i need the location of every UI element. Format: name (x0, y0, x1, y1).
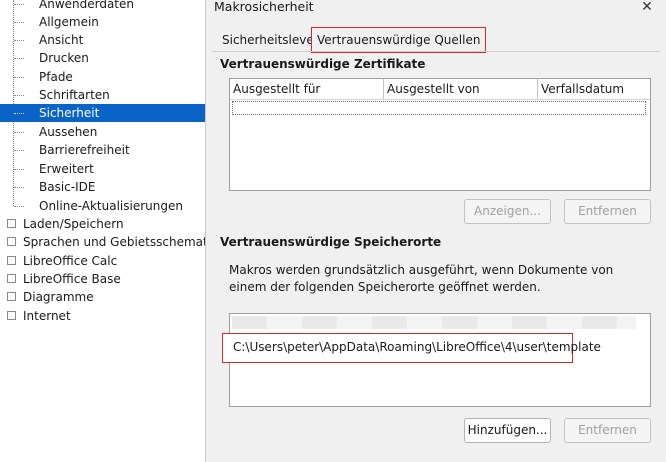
tree-item-libreoffice-base[interactable]: LibreOffice Base (0, 270, 205, 288)
locations-heading: Vertrauenswürdige Speicherorte (220, 235, 442, 249)
table-header: Ausgestellt für Ausgestellt von Verfalls… (230, 79, 650, 100)
trusted-locations-list[interactable]: C:\Users\peter\AppData\Roaming\LibreOffi… (222, 313, 651, 407)
macro-security-dialog: Makrosicherheit ✕ Sicherheitslevel Vertr… (205, 0, 666, 462)
column-header-issued-for[interactable]: Ausgestellt für (230, 79, 384, 99)
tree-item-online-aktualisierungen[interactable]: Online-Aktualisierungen (0, 197, 205, 215)
column-header-expiry-date[interactable]: Verfallsdatum (538, 79, 650, 99)
certificates-table[interactable]: Ausgestellt für Ausgestellt von Verfalls… (229, 78, 651, 191)
tree-item-drucken[interactable]: Drucken (0, 49, 205, 67)
dialog-titlebar: Makrosicherheit ✕ (206, 0, 666, 22)
list-item[interactable]: C:\Users\peter\AppData\Roaming\LibreOffi… (222, 333, 601, 363)
tree-item-label: Anwenderdaten (39, 0, 135, 11)
certificates-heading: Vertrauenswürdige Zertifikate (220, 57, 426, 71)
dialog-title: Makrosicherheit (214, 0, 314, 14)
tree-item-label: Diagramme (23, 290, 94, 304)
close-icon[interactable]: ✕ (637, 0, 657, 17)
column-header-issued-by[interactable]: Ausgestellt von (384, 79, 538, 99)
add-location-button[interactable]: Hinzufügen... (464, 418, 551, 443)
tree-item-label: Allgemein (39, 15, 99, 29)
tree-item-anwenderdaten[interactable]: Anwenderdaten (0, 0, 205, 13)
tree-item-label: LibreOffice Calc (23, 254, 118, 268)
options-tree: Anwenderdaten Allgemein Ansicht Drucken … (0, 0, 215, 462)
tree-item-allgemein[interactable]: Allgemein (0, 13, 205, 31)
tree-item-basic-ide[interactable]: Basic-IDE (0, 178, 205, 196)
view-certificate-button[interactable]: Anzeigen... (464, 199, 551, 224)
expand-box-icon[interactable] (7, 256, 16, 265)
expand-box-icon[interactable] (7, 219, 16, 228)
tree-item-label: Schriftarten (39, 88, 110, 102)
tree-item-label: Pfade (39, 70, 73, 84)
tree-item-label: LibreOffice Base (23, 272, 121, 286)
tab-security-level[interactable]: Sicherheitslevel (216, 28, 323, 52)
tree-item-sprachen[interactable]: Sprachen und Gebietsschemata (0, 233, 215, 251)
tab-divider (212, 51, 660, 52)
tree-item-schriftarten[interactable]: Schriftarten (0, 86, 205, 104)
tree-item-pfade[interactable]: Pfade (0, 68, 205, 86)
tab-trusted-sources[interactable]: Vertrauenswürdige Quellen (311, 27, 487, 53)
tree-item-aussehen[interactable]: Aussehen (0, 123, 205, 141)
expand-box-icon[interactable] (7, 274, 16, 283)
tree-item-erweitert[interactable]: Erweitert (0, 160, 205, 178)
tree-item-label: Erweitert (39, 162, 94, 176)
tree-item-label: Sprachen und Gebietsschemata (23, 235, 216, 249)
tree-item-label: Laden/Speichern (23, 217, 124, 231)
tree-item-libreoffice-calc[interactable]: LibreOffice Calc (0, 252, 205, 270)
tree-item-laden-speichern[interactable]: Laden/Speichern (0, 215, 205, 233)
tree-item-label: Aussehen (39, 125, 98, 139)
tree-item-ansicht[interactable]: Ansicht (0, 31, 205, 49)
tree-item-label: Ansicht (39, 33, 84, 47)
tree-item-label: Basic-IDE (39, 180, 96, 194)
tree-item-internet[interactable]: Internet (0, 307, 205, 325)
tree-item-label: Sicherheit (39, 106, 100, 120)
list-header-shade (232, 316, 636, 329)
focus-row[interactable] (232, 101, 646, 115)
tree-item-barrierefreiheit[interactable]: Barrierefreiheit (0, 141, 205, 159)
tree-item-label: Drucken (39, 51, 89, 65)
remove-certificate-button[interactable]: Entfernen (564, 199, 651, 224)
tree-item-label: Barrierefreiheit (39, 143, 130, 157)
remove-location-button[interactable]: Entfernen (564, 418, 651, 443)
expand-box-icon[interactable] (7, 311, 16, 320)
tree-item-diagramme[interactable]: Diagramme (0, 288, 205, 306)
tree-item-label: Online-Aktualisierungen (39, 199, 183, 213)
tree-item-sicherheit[interactable]: Sicherheit (0, 104, 205, 122)
tree-item-label: Internet (23, 309, 71, 323)
expand-box-icon[interactable] (7, 292, 16, 301)
expand-box-icon[interactable] (7, 237, 16, 246)
locations-description: Makros werden grundsätzlich ausgeführt, … (229, 263, 614, 294)
